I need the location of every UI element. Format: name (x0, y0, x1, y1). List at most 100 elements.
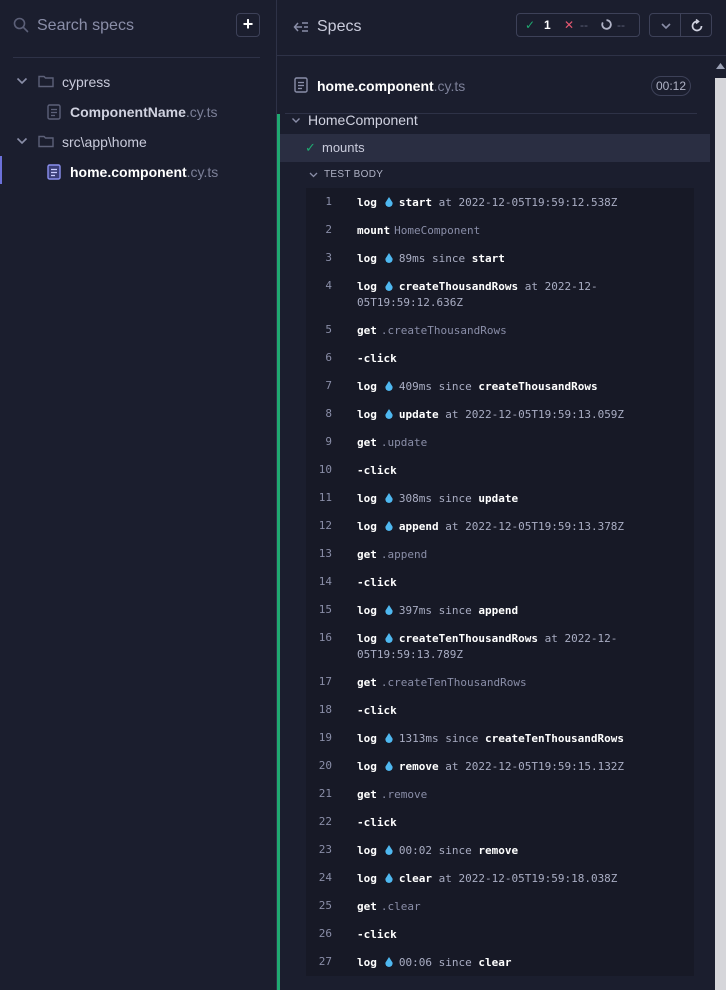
command-row[interactable]: 9 get .update (306, 428, 694, 456)
command-message: 308ms since update (398, 492, 519, 505)
command-body: log update at 2022-12-05T19:59:13.059Z (357, 407, 687, 423)
command-row[interactable]: 13 get .append (306, 540, 694, 568)
tree-file-home-component[interactable]: home.component.cy.ts (0, 158, 276, 186)
tree-file-componentname[interactable]: ComponentName.cy.ts (0, 98, 276, 126)
command-number: 1 (325, 195, 332, 208)
command-number: 13 (318, 547, 332, 560)
command-row[interactable]: 15 log 397ms since append (306, 596, 694, 624)
command-message: clear at 2022-12-05T19:59:18.038Z (398, 872, 618, 885)
command-number: 26 (318, 927, 332, 940)
command-row[interactable]: 14 -click (306, 568, 694, 596)
command-row[interactable]: 7 log 409ms since createThousandRows (306, 372, 694, 400)
search-specs-input[interactable] (37, 14, 227, 38)
folder-icon (38, 75, 54, 88)
command-row[interactable]: 21 get .remove (306, 780, 694, 808)
test-title: mounts (322, 140, 365, 155)
command-message: 89ms since start (398, 252, 505, 265)
command-row[interactable]: 4 log createThousandRows at 2022-12-05T19:… (306, 272, 694, 316)
command-name: -click (357, 352, 397, 365)
command-row[interactable]: 27 log 00:06 since clear (306, 948, 694, 976)
folder-label: src\app\home (62, 134, 147, 150)
file-label: home.component.cy.ts (70, 164, 218, 180)
document-icon (294, 77, 308, 93)
command-row[interactable]: 24 log clear at 2022-12-05T19:59:18.038Z (306, 864, 694, 892)
command-row[interactable]: 23 log 00:02 since remove (306, 836, 694, 864)
scrollbar-thumb[interactable] (715, 78, 726, 990)
file-label: ComponentName.cy.ts (70, 104, 218, 120)
command-number: 3 (325, 251, 332, 264)
check-icon: ✓ (525, 18, 536, 32)
command-row[interactable]: 26 -click (306, 920, 694, 948)
command-row[interactable]: 25 get .clear (306, 892, 694, 920)
suite-row[interactable]: HomeComponent (277, 108, 709, 132)
info-drop-icon (385, 733, 393, 743)
command-name: log (357, 380, 377, 393)
test-body-toggle[interactable]: TEST BODY (277, 164, 709, 186)
command-body: log 308ms since update (357, 491, 687, 507)
command-body: get .createThousandRows (357, 323, 687, 339)
chevron-down-icon (309, 172, 318, 178)
tree-folder-src-app-home[interactable]: src\app\home (0, 128, 276, 156)
command-name: -click (357, 816, 397, 829)
command-row[interactable]: 16 log createTenThousandRows at 2022-12-05… (306, 624, 694, 668)
info-drop-icon (385, 493, 393, 503)
command-selector: HomeComponent (394, 224, 481, 237)
test-row[interactable]: ✓ mounts (280, 134, 710, 162)
command-name: log (357, 408, 377, 421)
add-spec-button[interactable]: + (236, 13, 260, 37)
reporter-header: Specs ✓ 1 ✕ -- -- (277, 0, 726, 56)
command-row[interactable]: 6 -click (306, 344, 694, 372)
command-number: 21 (318, 787, 332, 800)
testing-type-dropdown-button[interactable] (649, 13, 681, 37)
command-row[interactable]: 5 get .createThousandRows (306, 316, 694, 344)
tree-folder-cypress[interactable]: cypress (0, 68, 276, 96)
command-row[interactable]: 19 log 1313ms since createTenThousandRows (306, 724, 694, 752)
spec-file-ext: .cy.ts (433, 78, 466, 94)
command-row[interactable]: 2 mount HomeComponent (306, 216, 694, 244)
suite-title: HomeComponent (308, 112, 418, 128)
chevron-down-icon (661, 23, 671, 30)
command-number: 9 (325, 435, 332, 448)
pending-count: -- (617, 18, 625, 32)
scroll-up-icon[interactable] (716, 63, 725, 69)
info-drop-icon (385, 281, 393, 291)
command-row[interactable]: 12 log append at 2022-12-05T19:59:13.378Z (306, 512, 694, 540)
command-row[interactable]: 11 log 308ms since update (306, 484, 694, 512)
command-body: get .append (357, 547, 687, 563)
command-selector: .createTenThousandRows (380, 676, 527, 689)
specs-title[interactable]: Specs (317, 18, 361, 36)
info-drop-icon (385, 253, 393, 263)
command-number: 16 (318, 631, 332, 644)
command-row[interactable]: 8 log update at 2022-12-05T19:59:13.059Z (306, 400, 694, 428)
command-row[interactable]: 3 log 89ms since start (306, 244, 694, 272)
command-number: 5 (325, 323, 332, 336)
command-message: createTenThousandRows at 2022-12-05T19:5… (357, 632, 618, 661)
command-number: 14 (318, 575, 332, 588)
command-row[interactable]: 17 get .createTenThousandRows (306, 668, 694, 696)
command-row[interactable]: 10 -click (306, 456, 694, 484)
search-bar: + (0, 0, 276, 54)
test-stats: ✓ 1 ✕ -- -- (516, 13, 640, 37)
command-body: -click (357, 927, 687, 943)
collapse-left-icon[interactable] (293, 20, 309, 34)
info-drop-icon (385, 409, 393, 419)
command-row[interactable]: 1 log start at 2022-12-05T19:59:12.538Z (306, 188, 694, 216)
command-body: get .clear (357, 899, 687, 915)
sidebar: + cypress ComponentName.cy.ts src\app\ho… (0, 0, 277, 990)
command-row[interactable]: 20 log remove at 2022-12-05T19:59:15.132Z (306, 752, 694, 780)
command-body: -click (357, 351, 687, 367)
command-name: get (357, 548, 377, 561)
command-number: 19 (318, 731, 332, 744)
command-message: 00:06 since clear (398, 956, 512, 969)
command-name: -click (357, 464, 397, 477)
command-selector: .clear (380, 900, 421, 913)
command-name: -click (357, 576, 397, 589)
command-row[interactable]: 18 -click (306, 696, 694, 724)
info-drop-icon (385, 845, 393, 855)
chevron-down-icon (292, 118, 300, 123)
command-number: 7 (325, 379, 332, 392)
command-body: log start at 2022-12-05T19:59:12.538Z (357, 195, 687, 211)
rerun-button[interactable] (680, 13, 712, 37)
file-ext: .cy.ts (186, 164, 219, 180)
command-row[interactable]: 22 -click (306, 808, 694, 836)
